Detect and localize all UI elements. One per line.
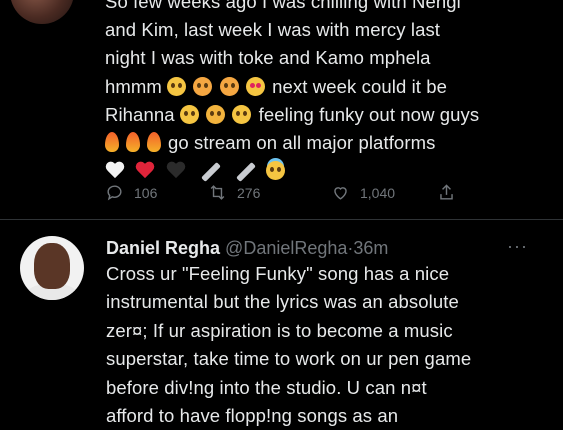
- black-heart-icon: [166, 162, 186, 180]
- reply-line: afford to have flopp!ng songs as an: [106, 405, 399, 427]
- tweet-actions: 106 276 1,040: [105, 183, 465, 207]
- timestamp[interactable]: 36m: [353, 238, 388, 258]
- share-button[interactable]: [437, 183, 456, 202]
- reply-button[interactable]: 106: [105, 183, 157, 202]
- joy-face-icon: [232, 104, 252, 124]
- syringe-icon: [236, 162, 256, 183]
- tweet-line: Rihanna feeling funky out now guys: [105, 101, 555, 129]
- avatar[interactable]: [20, 236, 84, 300]
- display-name[interactable]: Daniel Regha: [106, 238, 220, 258]
- fire-icon: [126, 132, 140, 153]
- share-icon: [440, 184, 453, 200]
- tweet-word: Rihanna: [105, 103, 175, 125]
- retweet-button[interactable]: 276: [208, 183, 260, 202]
- weary-face-icon: [206, 104, 226, 124]
- tweet-line: night I was with toke and Kamo mphela: [105, 47, 431, 69]
- tweet-word: next week could it be: [272, 75, 448, 97]
- pleading-face-icon: [167, 76, 187, 96]
- tweet-line: go stream on all major platforms: [105, 129, 555, 157]
- red-heart-icon: [135, 162, 155, 180]
- heart-icon: [334, 187, 347, 200]
- tweet-line: So few weeks ago I was chilling with Nen…: [105, 0, 461, 12]
- syringe-icon: [200, 162, 221, 183]
- retweet-icon: [210, 185, 225, 200]
- tweet-word: hmmm: [105, 75, 162, 97]
- flushed-face-icon: [219, 76, 239, 96]
- user-handle[interactable]: @DanielRegha: [225, 238, 347, 258]
- reply-line: before div!ng into the studio. U can n¤t: [106, 376, 427, 398]
- reply-text: Cross ur "Feeling Funky" song has a nice…: [106, 260, 556, 430]
- tweet-line: and Kim, last week I was with mercy last: [105, 19, 441, 41]
- more-options-icon[interactable]: ···: [507, 236, 531, 256]
- like-count: 1,040: [360, 184, 396, 201]
- white-heart-icon: [105, 162, 125, 180]
- tweet-divider: [0, 219, 563, 220]
- fire-icon: [105, 132, 119, 153]
- tweet-text: So few weeks ago I was chilling with Nen…: [105, 0, 555, 185]
- retweet-count: 276: [237, 184, 261, 201]
- thinking-face-icon: [179, 104, 199, 124]
- tweet-word: feeling funky out now guys: [258, 103, 480, 125]
- tweet-line: hmmm next week could it be: [105, 73, 555, 101]
- tweet-word: go stream on all major platforms: [168, 132, 436, 154]
- reply-line: superstar, take time to work on ur pen g…: [106, 348, 472, 370]
- heart-eyes-icon: [245, 76, 265, 96]
- reply-count: 106: [134, 184, 158, 201]
- like-button[interactable]: 1,040: [331, 183, 395, 202]
- avatar-face: [34, 243, 70, 289]
- reply-header: Daniel Regha @DanielRegha·36m: [106, 236, 388, 260]
- fire-icon: [147, 132, 161, 153]
- reply-icon: [107, 185, 122, 201]
- top-tweet-avatar[interactable]: [10, 0, 74, 24]
- tweet-line: [105, 157, 555, 185]
- halo-face-icon: [266, 161, 286, 181]
- reply-line: zer¤; If ur aspiration is to become a mu…: [106, 319, 453, 341]
- reply-line: Cross ur "Feeling Funky" song has a nice: [106, 263, 450, 284]
- reply-line: instrumental but the lyrics was an absol…: [106, 291, 459, 313]
- flushed-face-icon: [193, 76, 213, 96]
